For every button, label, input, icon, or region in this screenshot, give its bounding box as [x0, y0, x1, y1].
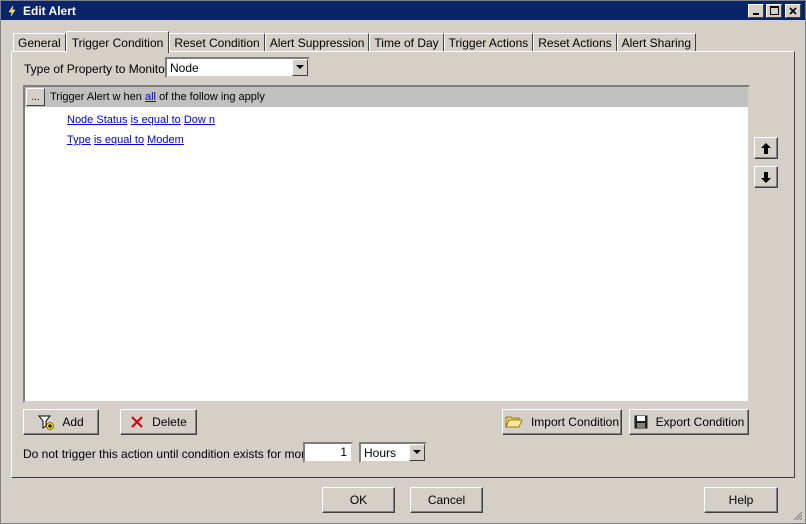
minimize-button[interactable] — [748, 3, 764, 18]
tab-strip: General Trigger Condition Reset Conditio… — [13, 31, 697, 53]
arrow-up-icon — [761, 142, 771, 154]
condition-rule: Node Status is equal to Dow n — [67, 114, 215, 126]
move-down-button[interactable] — [754, 166, 778, 188]
rule-field-link[interactable]: Type — [67, 134, 91, 146]
tab-general[interactable]: General — [13, 33, 66, 52]
tab-trigger-condition[interactable]: Trigger Condition — [65, 31, 170, 53]
help-button[interactable]: Help — [704, 487, 778, 513]
add-filter-icon — [38, 414, 55, 430]
tab-trigger-actions[interactable]: Trigger Actions — [443, 33, 534, 52]
tab-alert-sharing[interactable]: Alert Sharing — [616, 33, 697, 52]
app-icon — [5, 4, 19, 18]
rule-value-link[interactable]: Modem — [147, 134, 184, 146]
cancel-button[interactable]: Cancel — [410, 487, 483, 513]
tab-time-of-day[interactable]: Time of Day — [369, 33, 444, 52]
rule-field-link[interactable]: Node Status — [67, 114, 128, 126]
save-disk-icon — [634, 415, 648, 429]
condition-options-button[interactable]: ... — [26, 88, 45, 106]
tab-reset-actions[interactable]: Reset Actions — [533, 33, 617, 52]
property-type-select[interactable]: Node — [165, 57, 310, 78]
chevron-down-icon[interactable] — [409, 444, 425, 461]
maximize-button[interactable] — [766, 3, 782, 18]
match-all-link[interactable]: all — [145, 91, 156, 103]
delay-value-input[interactable]: 1 — [303, 442, 353, 463]
rule-operator-link[interactable]: is equal to — [131, 114, 181, 126]
condition-tree[interactable]: ... Trigger Alert w hen all of the follo… — [23, 85, 750, 403]
edit-alert-window: Edit Alert General Trigger Condition Res… — [0, 0, 806, 524]
chevron-down-icon[interactable] — [292, 59, 308, 76]
property-type-value: Node — [170, 60, 199, 75]
window-title: Edit Alert — [23, 3, 76, 18]
delay-unit-value: Hours — [364, 445, 397, 460]
ok-button[interactable]: OK — [322, 487, 395, 513]
condition-header: ... Trigger Alert w hen all of the follo… — [25, 87, 748, 107]
condition-rule: Type is equal to Modem — [67, 134, 184, 146]
rule-operator-link[interactable]: is equal to — [94, 134, 144, 146]
title-bar: Edit Alert — [1, 1, 805, 20]
condition-header-text: Trigger Alert w hen all of the follow in… — [50, 91, 265, 103]
arrow-down-icon — [761, 171, 771, 183]
add-condition-button[interactable]: Add — [23, 409, 99, 435]
delete-icon — [130, 415, 144, 429]
move-up-button[interactable] — [754, 137, 778, 159]
export-condition-button[interactable]: Export Condition — [629, 409, 749, 435]
import-condition-button[interactable]: Import Condition — [502, 409, 622, 435]
tab-reset-condition[interactable]: Reset Condition — [169, 33, 265, 52]
close-button[interactable] — [785, 3, 801, 18]
delay-label: Do not trigger this action until conditi… — [23, 447, 339, 461]
folder-open-icon — [505, 415, 523, 429]
delete-condition-button[interactable]: Delete — [120, 409, 197, 435]
property-type-label: Type of Property to Monitor: — [24, 62, 173, 76]
rule-value-link[interactable]: Dow n — [184, 114, 215, 126]
resize-grip-icon[interactable] — [791, 509, 803, 521]
tab-alert-suppression[interactable]: Alert Suppression — [264, 33, 370, 52]
delay-unit-select[interactable]: Hours — [359, 442, 427, 463]
